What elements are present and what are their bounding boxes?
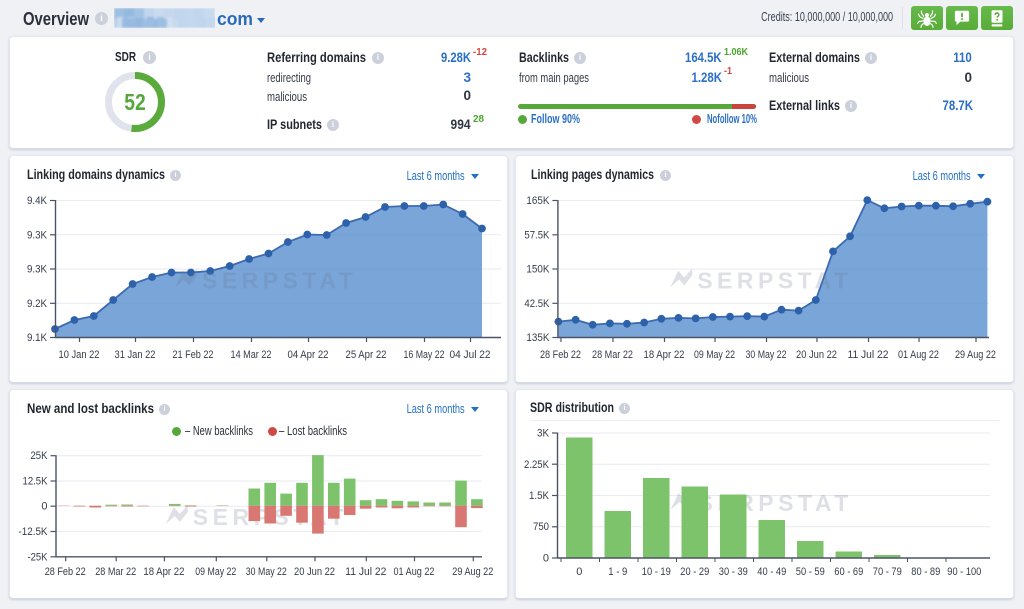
svg-text:70 - 79: 70 - 79 bbox=[873, 566, 902, 578]
svg-text:14 Mar 22: 14 Mar 22 bbox=[231, 349, 272, 361]
svg-text:11 Jul 22: 11 Jul 22 bbox=[848, 349, 889, 361]
svg-text:0: 0 bbox=[543, 553, 549, 565]
svg-text:28 Mar 22: 28 Mar 22 bbox=[592, 349, 633, 361]
svg-text:9.1K: 9.1K bbox=[27, 332, 48, 344]
svg-text:30 May 22: 30 May 22 bbox=[746, 349, 787, 361]
svg-text:11 Jul 22: 11 Jul 22 bbox=[345, 566, 386, 578]
svg-text:60 - 69: 60 - 69 bbox=[834, 566, 863, 578]
svg-text:04 Apr 22: 04 Apr 22 bbox=[288, 349, 329, 361]
svg-text:20 - 29: 20 - 29 bbox=[680, 566, 709, 578]
svg-text:9.4K: 9.4K bbox=[27, 195, 48, 207]
svg-text:165K: 165K bbox=[526, 195, 550, 207]
svg-text:10 - 19: 10 - 19 bbox=[642, 566, 671, 578]
svg-text:01 Aug 22: 01 Aug 22 bbox=[394, 566, 435, 578]
svg-text:150K: 150K bbox=[526, 264, 550, 276]
svg-text:29 Aug 22: 29 Aug 22 bbox=[452, 566, 493, 578]
svg-text:42.5K: 42.5K bbox=[524, 298, 550, 310]
svg-text:31 Jan 22: 31 Jan 22 bbox=[115, 349, 156, 361]
svg-text:0: 0 bbox=[576, 566, 582, 578]
svg-text:750: 750 bbox=[533, 521, 549, 533]
svg-text:09 May 22: 09 May 22 bbox=[694, 349, 735, 361]
svg-text:28 Feb 22: 28 Feb 22 bbox=[45, 566, 86, 578]
svg-text:25 Apr 22: 25 Apr 22 bbox=[346, 349, 387, 361]
svg-text:20 Jun 22: 20 Jun 22 bbox=[294, 566, 335, 578]
svg-text:SERPSTAT: SERPSTAT bbox=[697, 268, 852, 294]
svg-text:21 Feb 22: 21 Feb 22 bbox=[173, 349, 214, 361]
svg-text:2.25K: 2.25K bbox=[524, 459, 550, 471]
svg-text:20 Jun 22: 20 Jun 22 bbox=[796, 349, 837, 361]
svg-text:3K: 3K bbox=[537, 428, 550, 440]
svg-text:18 Apr 22: 18 Apr 22 bbox=[644, 349, 685, 361]
svg-text:28 Mar 22: 28 Mar 22 bbox=[95, 566, 136, 578]
svg-text:135K: 135K bbox=[526, 332, 550, 344]
svg-text:16 May 22: 16 May 22 bbox=[404, 349, 445, 361]
svg-text:30 May 22: 30 May 22 bbox=[246, 566, 287, 578]
svg-text:9.3K: 9.3K bbox=[27, 229, 48, 241]
svg-text:0: 0 bbox=[41, 501, 47, 513]
svg-text:90 - 100: 90 - 100 bbox=[947, 566, 981, 578]
svg-text:57.5K: 57.5K bbox=[524, 229, 550, 241]
svg-text:40 - 49: 40 - 49 bbox=[757, 566, 786, 578]
svg-text:50 - 59: 50 - 59 bbox=[796, 566, 825, 578]
svg-text:30 - 39: 30 - 39 bbox=[719, 566, 748, 578]
svg-text:01 Aug 22: 01 Aug 22 bbox=[898, 349, 939, 361]
svg-text:09 May 22: 09 May 22 bbox=[195, 566, 236, 578]
svg-text:29 Aug 22: 29 Aug 22 bbox=[955, 349, 996, 361]
svg-text:80 - 89: 80 - 89 bbox=[911, 566, 940, 578]
svg-text:1 - 9: 1 - 9 bbox=[608, 566, 627, 578]
svg-text:9.3K: 9.3K bbox=[27, 264, 48, 276]
svg-text:12.5K: 12.5K bbox=[23, 476, 49, 488]
svg-text:-12.5K: -12.5K bbox=[19, 526, 49, 538]
svg-text:1.5K: 1.5K bbox=[529, 490, 550, 502]
svg-text:18 Apr 22: 18 Apr 22 bbox=[143, 566, 184, 578]
svg-text:25K: 25K bbox=[31, 450, 49, 462]
svg-text:SERPSTAT: SERPSTAT bbox=[202, 268, 357, 294]
svg-text:28 Feb 22: 28 Feb 22 bbox=[540, 349, 581, 361]
svg-text:9.2K: 9.2K bbox=[27, 298, 48, 310]
svg-text:10 Jan 22: 10 Jan 22 bbox=[59, 349, 100, 361]
svg-text:-25K: -25K bbox=[28, 551, 49, 563]
svg-text:04 Jul 22: 04 Jul 22 bbox=[450, 349, 491, 361]
